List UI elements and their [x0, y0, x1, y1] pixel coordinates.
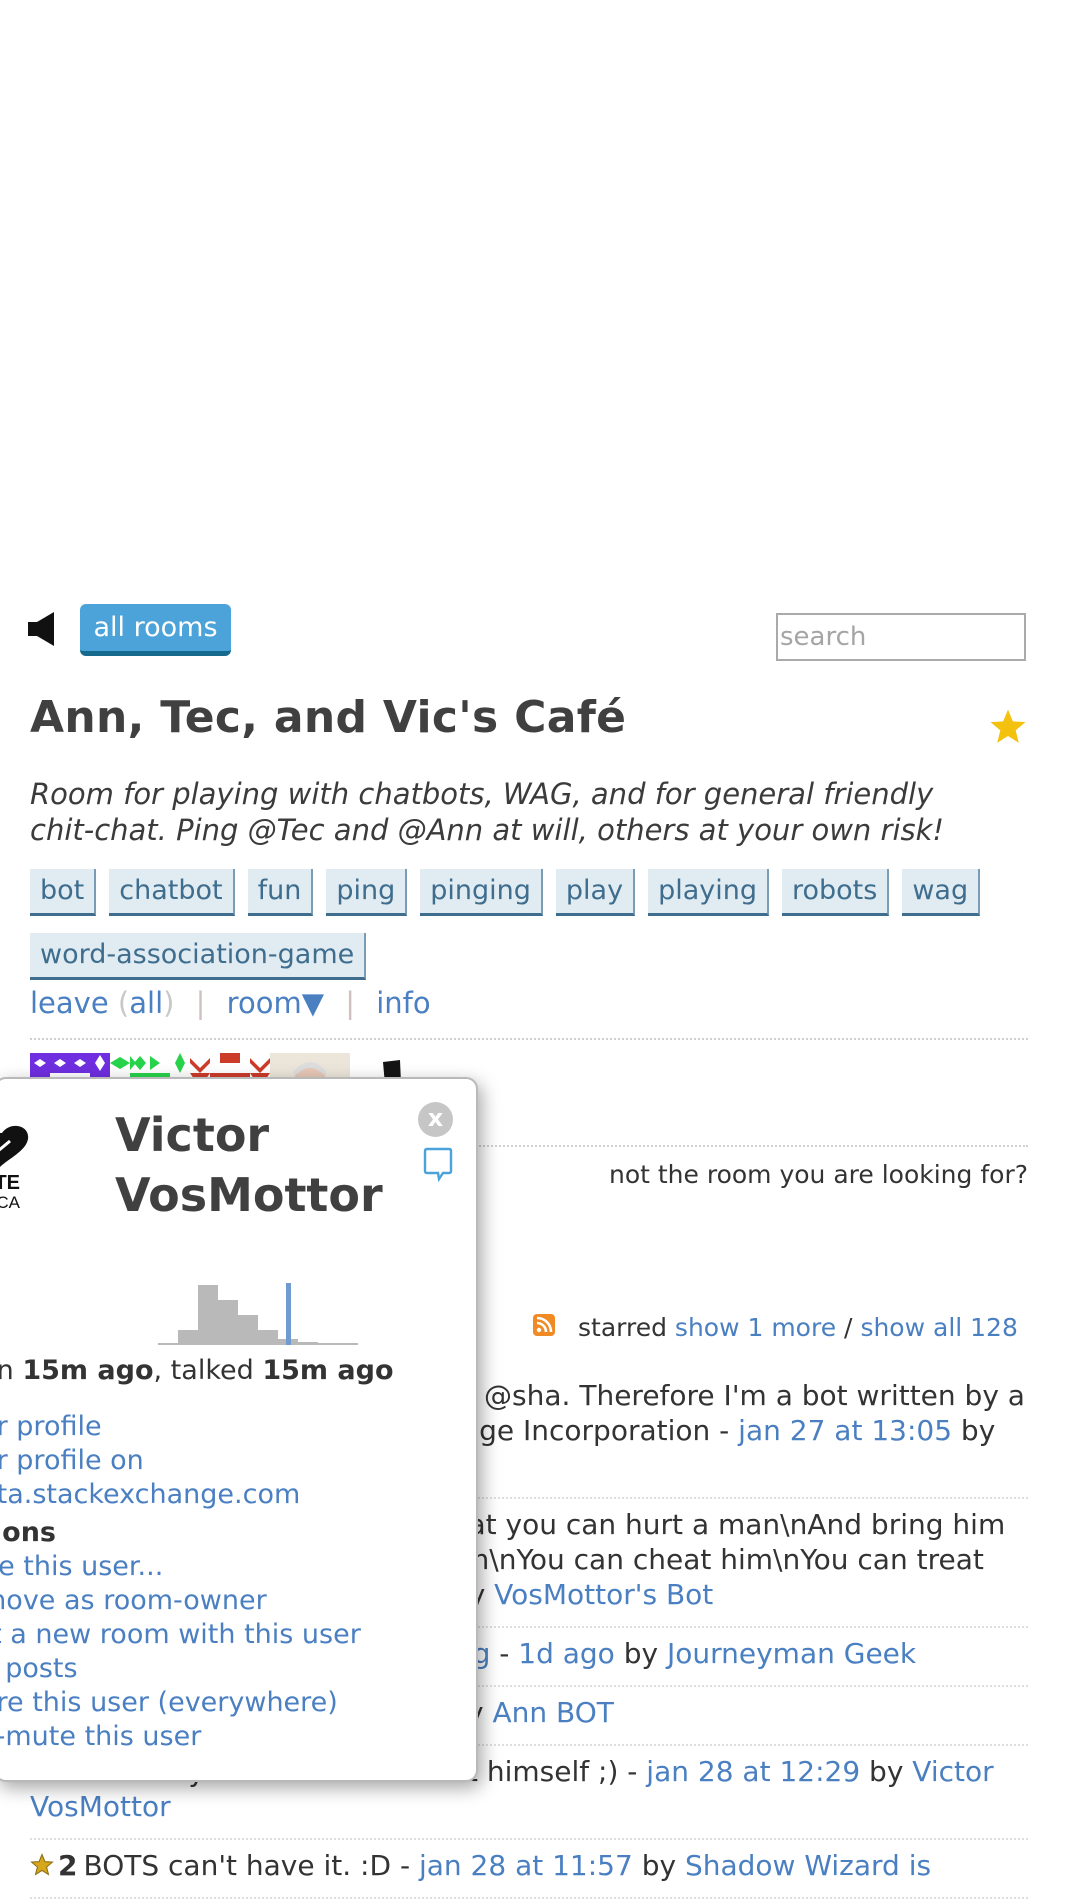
quick-mute-user-link[interactable]: k-mute this user	[0, 1721, 201, 1752]
message-author-link[interactable]: Ann BOT	[492, 1696, 613, 1729]
tag[interactable]: play	[555, 869, 636, 916]
by-text: by	[614, 1637, 667, 1670]
popup-user-name[interactable]: Victor VosMottor	[115, 1105, 415, 1225]
show-more-link[interactable]: show 1 more	[675, 1313, 836, 1342]
rss-icon[interactable]	[533, 1314, 555, 1336]
paren-open: (	[117, 986, 130, 1020]
tag[interactable]: playing	[648, 869, 769, 916]
user-name-first: Victor	[115, 1108, 270, 1162]
room-title: Ann, Tec, and Vic's Café	[30, 692, 627, 743]
actions-heading: tions	[0, 1517, 57, 1548]
histogram-bar	[218, 1300, 238, 1345]
tag[interactable]: ping	[326, 869, 408, 916]
network-profile-link-domain[interactable]: eta.stackexchange.com	[0, 1479, 300, 1510]
popup-links: er profile er profile on eta.stackexchan…	[0, 1410, 361, 1754]
tag[interactable]: pinging	[420, 869, 543, 916]
remove-room-owner-link[interactable]: move as room-owner	[0, 1585, 267, 1616]
invite-user-link[interactable]: ite this user...	[0, 1551, 163, 1582]
tag[interactable]: wag	[902, 869, 981, 916]
tag[interactable]: chatbot	[109, 869, 235, 916]
close-button[interactable]: x	[418, 1102, 453, 1137]
message-author-link[interactable]: VosMottor's Bot	[494, 1578, 713, 1611]
all-rooms-button[interactable]: all rooms	[80, 604, 231, 656]
tag[interactable]: word-association-game	[30, 933, 367, 980]
message-author-link[interactable]: Shadow Wizard is	[685, 1849, 931, 1882]
speech-bubble-icon[interactable]	[423, 1147, 453, 1183]
talked-value: 15m ago	[262, 1355, 394, 1386]
activity-histogram	[158, 1283, 358, 1345]
leave-link[interactable]: leave	[30, 986, 109, 1020]
message-author-link[interactable]: Journeyman Geek	[667, 1637, 916, 1670]
separator: |	[345, 986, 355, 1020]
slash: /	[844, 1313, 853, 1342]
starred-message: 2 BOTS can't have it. :D - jan 28 at 11:5…	[30, 1840, 1028, 1899]
user-profile-link[interactable]: er profile	[0, 1411, 102, 1442]
histogram-bar	[298, 1342, 318, 1345]
room-menu-link[interactable]: room▼	[227, 986, 324, 1020]
paren-close: )	[163, 986, 175, 1020]
show-all-link[interactable]: show all 128	[860, 1313, 1017, 1342]
separator: |	[195, 986, 206, 1020]
speaker-icon[interactable]	[28, 612, 58, 646]
histogram-current-time-marker	[286, 1283, 291, 1345]
seen-prefix: en	[0, 1355, 14, 1386]
histogram-bar	[258, 1330, 278, 1345]
tag[interactable]: bot	[30, 869, 97, 916]
avatar-text: ONICA	[0, 1193, 21, 1212]
message-time-link[interactable]: 1d ago	[518, 1637, 615, 1670]
last-seen-text: en 15m ago, talked 15m ago	[0, 1355, 394, 1386]
room-description: Room for playing with chatbots, WAG, and…	[30, 777, 945, 847]
network-profile-link[interactable]: er profile on	[0, 1445, 144, 1476]
divider	[460, 1145, 1028, 1147]
message-text: BOTS can't have it. :D	[83, 1849, 392, 1882]
message-time-link[interactable]: jan 28 at 12:29	[646, 1755, 860, 1788]
user-name-last: VosMottor	[115, 1168, 383, 1222]
message-time-link[interactable]: jan 27 at 13:05	[738, 1414, 952, 1447]
leave-all-link[interactable]: all	[129, 986, 163, 1020]
histogram-bar	[198, 1285, 218, 1345]
avatar-text: INSTATE	[0, 1172, 20, 1194]
room-tags: bot chatbot fun ping pinging play playing robot…	[30, 869, 1030, 997]
ignore-user-link[interactable]: ore this user (everywhere)	[0, 1687, 338, 1718]
message-time-link[interactable]: jan 28 at 11:57	[419, 1849, 633, 1882]
search-input[interactable]	[776, 613, 1026, 661]
star-icon[interactable]	[30, 1853, 54, 1877]
star-count: 2	[58, 1849, 78, 1882]
histogram-bar	[178, 1330, 198, 1345]
not-the-room-text: not the room you are looking for?	[608, 1160, 1028, 1189]
tag[interactable]: fun	[247, 869, 314, 916]
info-link[interactable]: info	[376, 986, 430, 1020]
dash: -	[490, 1637, 519, 1670]
histogram-bar	[238, 1315, 258, 1345]
dash: -	[391, 1849, 419, 1882]
dash: -	[618, 1755, 647, 1788]
talked-prefix: , talked	[153, 1355, 263, 1386]
by-text: by	[860, 1755, 913, 1788]
favorite-star-icon[interactable]	[988, 707, 1028, 747]
user-posts-link[interactable]: e posts	[0, 1653, 78, 1684]
starred-label: starred	[578, 1313, 667, 1342]
by-text: by	[952, 1414, 996, 1447]
divider	[30, 1038, 1028, 1040]
seen-value: 15m ago	[22, 1355, 154, 1386]
starred-header: starred show 1 more / show all 128	[578, 1313, 1018, 1342]
new-room-with-user-link[interactable]: rt a new room with this user	[0, 1619, 361, 1650]
room-actions: leave (all) | room▼ | info	[30, 986, 431, 1020]
by-text: by	[632, 1849, 685, 1882]
tag[interactable]: robots	[781, 869, 890, 916]
histogram-bar	[318, 1344, 338, 1345]
dash: -	[710, 1414, 739, 1447]
